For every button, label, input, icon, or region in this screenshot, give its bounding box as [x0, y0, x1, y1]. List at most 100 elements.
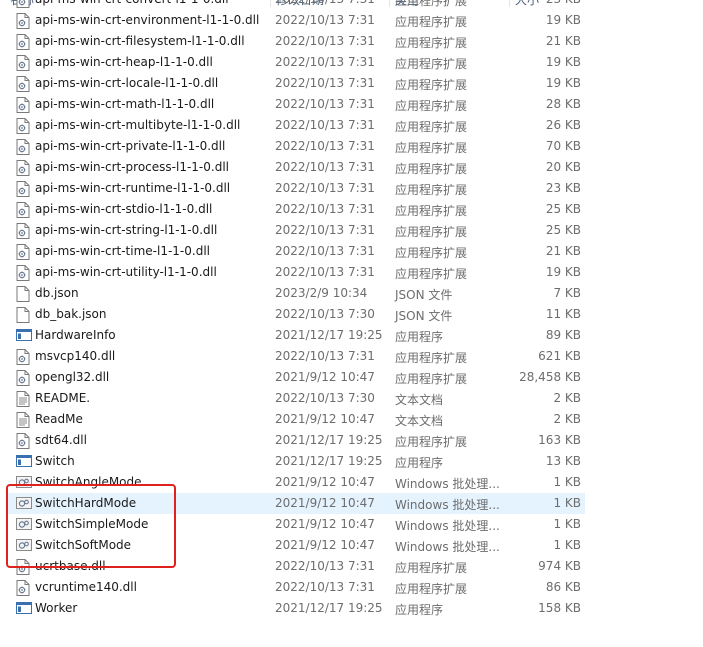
file-date: 2023/2/9 10:34 — [275, 286, 368, 300]
file-size: 25 KB — [545, 223, 581, 237]
dll-icon — [16, 349, 30, 365]
file-type: 应用程序扩展 — [395, 435, 468, 449]
file-name: db_bak.json — [35, 307, 107, 321]
file-date: 2022/10/13 7:31 — [275, 202, 375, 216]
file-name: opengl32.dll — [35, 370, 110, 384]
file-row[interactable]: api-ms-win-crt-environment-l1-1-0.dll 202… — [8, 10, 585, 31]
file-type: Windows 批处理... — [395, 498, 500, 512]
file-size: 163 KB — [538, 433, 581, 447]
file-date: 2022/10/13 7:31 — [275, 97, 375, 111]
file-size: 2 KB — [553, 391, 581, 405]
file-name: api-ms-win-crt-stdio-l1-1-0.dll — [35, 202, 213, 216]
dll-icon — [16, 202, 30, 218]
file-type: 应用程序扩展 — [395, 372, 468, 386]
file-name: api-ms-win-crt-locale-l1-1-0.dll — [35, 76, 219, 90]
file-type: 应用程序扩展 — [395, 225, 468, 239]
file-row[interactable]: opengl32.dll 2021/9/12 10:47 应用程序扩展 28,458 … — [8, 367, 585, 388]
file-type: Windows 批处理... — [395, 519, 500, 533]
file-type: 应用程序扩展 — [395, 15, 468, 29]
dll-icon — [16, 160, 30, 176]
file-type: 文本文档 — [395, 393, 444, 407]
file-row[interactable]: api-ms-win-crt-filesystem-l1-1-0.dll 2022… — [8, 31, 585, 52]
file-size: 86 KB — [545, 580, 581, 594]
file-row[interactable]: Switch 2021/12/17 19:25 应用程序 13 KB — [8, 451, 585, 472]
file-type: 应用程序扩展 — [395, 183, 468, 197]
file-row[interactable]: api-ms-win-crt-string-l1-1-0.dll 2022/10/… — [8, 220, 585, 241]
file-date: 2021/12/17 19:25 — [275, 328, 383, 342]
file-row[interactable]: HardwareInfo 2021/12/17 19:25 应用程序 89 KB — [8, 325, 585, 346]
dll-icon — [16, 370, 30, 386]
file-row[interactable]: api-ms-win-crt-process-l1-1-0.dll 2022/10… — [8, 157, 585, 178]
file-name: api-ms-win-crt-string-l1-1-0.dll — [35, 223, 218, 237]
file-size: 1 KB — [553, 475, 581, 489]
file-row[interactable]: api-ms-win-crt-private-l1-1-0.dll 2022/10… — [8, 136, 585, 157]
file-type: JSON 文件 — [395, 288, 453, 302]
file-date: 2022/10/13 7:30 — [275, 307, 375, 321]
file-date: 2022/10/13 7:31 — [275, 349, 375, 363]
file-row[interactable]: api-ms-win-crt-convert-l1-1-0.dll 2022/10… — [8, 0, 585, 10]
file-size: 28,458 KB — [519, 370, 581, 384]
file-size: 1 KB — [553, 517, 581, 531]
file-row[interactable]: Worker 2021/12/17 19:25 应用程序 158 KB — [8, 598, 585, 619]
file-size: 974 KB — [538, 559, 581, 573]
file-date: 2022/10/13 7:31 — [275, 559, 375, 573]
file-type: 应用程序 — [395, 603, 444, 617]
file-row[interactable]: api-ms-win-crt-math-l1-1-0.dll 2022/10/13… — [8, 94, 585, 115]
file-row[interactable]: README. 2022/10/13 7:30 文本文档 2 KB — [8, 388, 585, 409]
file-type: 应用程序扩展 — [395, 162, 468, 176]
file-date: 2021/9/12 10:47 — [275, 412, 375, 426]
app-icon — [16, 601, 32, 617]
file-size: 621 KB — [538, 349, 581, 363]
file-row[interactable]: api-ms-win-crt-heap-l1-1-0.dll 2022/10/13… — [8, 52, 585, 73]
file-date: 2021/9/12 10:47 — [275, 517, 375, 531]
file-date: 2022/10/13 7:31 — [275, 265, 375, 279]
file-row[interactable]: db_bak.json 2022/10/13 7:30 JSON 文件 11 KB — [8, 304, 585, 325]
blank-file-icon — [16, 307, 30, 323]
file-row[interactable]: api-ms-win-crt-time-l1-1-0.dll 2022/10/13… — [8, 241, 585, 262]
file-size: 70 KB — [545, 139, 581, 153]
file-row[interactable]: api-ms-win-crt-multibyte-l1-1-0.dll 2022/… — [8, 115, 585, 136]
file-row[interactable]: api-ms-win-crt-stdio-l1-1-0.dll 2022/10/1… — [8, 199, 585, 220]
file-type: 应用程序扩展 — [395, 57, 468, 71]
file-name: api-ms-win-crt-multibyte-l1-1-0.dll — [35, 118, 241, 132]
file-size: 13 KB — [545, 454, 581, 468]
file-row[interactable]: ReadMe 2021/9/12 10:47 文本文档 2 KB — [8, 409, 585, 430]
file-size: 20 KB — [545, 160, 581, 174]
file-date: 2022/10/13 7:31 — [275, 76, 375, 90]
dll-icon — [16, 223, 30, 239]
file-row[interactable]: vcruntime140.dll 2022/10/13 7:31 应用程序扩展 86 … — [8, 577, 585, 598]
file-size: 23 KB — [546, 0, 581, 6]
file-type: 应用程序扩展 — [395, 246, 468, 260]
file-name: api-ms-win-crt-process-l1-1-0.dll — [35, 160, 229, 174]
file-row[interactable]: api-ms-win-crt-utility-l1-1-0.dll 2022/10… — [8, 262, 585, 283]
file-date: 2022/10/13 7:31 — [275, 160, 375, 174]
file-row[interactable]: api-ms-win-crt-runtime-l1-1-0.dll 2022/10… — [8, 178, 585, 199]
file-name: api-ms-win-crt-runtime-l1-1-0.dll — [35, 181, 231, 195]
file-row[interactable]: db.json 2023/2/9 10:34 JSON 文件 7 KB — [8, 283, 585, 304]
file-size: 25 KB — [545, 202, 581, 216]
file-size: 21 KB — [545, 34, 581, 48]
file-row[interactable]: msvcp140.dll 2022/10/13 7:31 应用程序扩展 621 KB — [8, 346, 585, 367]
file-type: 应用程序扩展 — [395, 267, 468, 281]
file-size: 158 KB — [538, 601, 581, 615]
file-row[interactable]: sdt64.dll 2021/12/17 19:25 应用程序扩展 163 KB — [8, 430, 585, 451]
file-name: api-ms-win-crt-convert-l1-1-0.dll — [35, 0, 229, 6]
file-size: 1 KB — [553, 496, 581, 510]
file-name: sdt64.dll — [35, 433, 87, 447]
file-type: 应用程序 — [395, 456, 444, 470]
file-size: 11 KB — [545, 307, 581, 321]
file-type: 应用程序扩展 — [395, 561, 468, 575]
file-size: 19 KB — [545, 13, 581, 27]
text-file-icon — [16, 412, 30, 428]
file-size: 26 KB — [545, 118, 581, 132]
file-name: api-ms-win-crt-math-l1-1-0.dll — [35, 97, 215, 111]
file-size: 19 KB — [545, 76, 581, 90]
text-file-icon — [16, 391, 30, 407]
file-date: 2022/10/13 7:31 — [275, 139, 375, 153]
file-type: 应用程序 — [395, 330, 444, 344]
file-date: 2021/9/12 10:47 — [275, 370, 375, 384]
dll-icon — [16, 97, 30, 113]
file-date: 2021/12/17 19:25 — [275, 454, 383, 468]
file-date: 2022/10/13 7:31 — [275, 13, 375, 27]
file-row[interactable]: api-ms-win-crt-locale-l1-1-0.dll 2022/10/… — [8, 73, 585, 94]
